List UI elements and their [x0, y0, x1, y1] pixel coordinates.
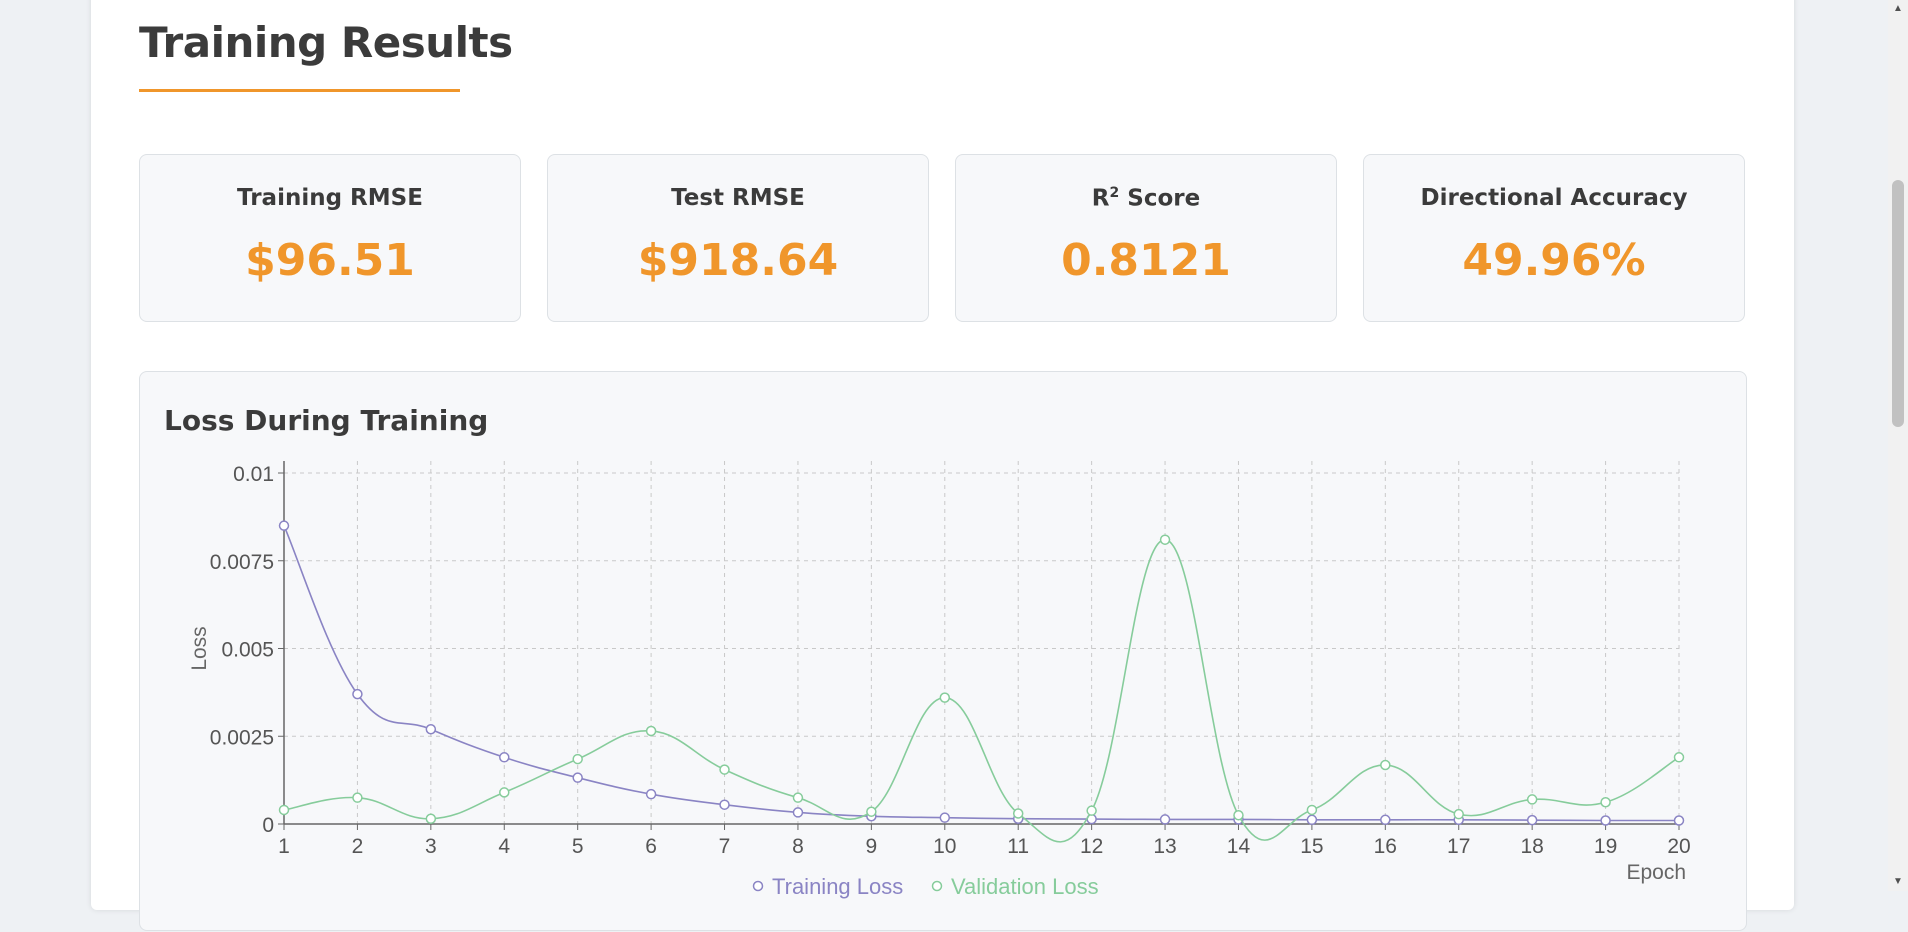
training-loss-point	[352, 688, 363, 700]
title-underline	[139, 89, 460, 92]
directional-accuracy-value: 49.96%	[1462, 235, 1646, 286]
x-tick-label: 5	[572, 835, 584, 858]
x-tick-label: 8	[792, 835, 804, 858]
x-tick-label: 1	[278, 835, 290, 858]
validation-loss-point	[1380, 759, 1391, 771]
y-tick-label: 0.0025	[210, 726, 274, 749]
x-tick-label: 2	[352, 835, 364, 858]
r2-label-sup: 2	[1109, 185, 1120, 201]
training-rmse-value: $96.51	[245, 235, 415, 286]
training-loss-point	[1159, 814, 1171, 825]
x-tick-label: 4	[498, 835, 510, 858]
training-loss-point	[425, 723, 437, 735]
y-tick-label: 0	[262, 814, 274, 837]
validation-loss-point	[1086, 805, 1097, 816]
validation-loss-point	[352, 792, 363, 803]
y-tick-label: 0.0075	[210, 551, 274, 574]
training-loss-point	[645, 788, 657, 800]
x-axis-label: Epoch	[1626, 861, 1686, 884]
validation-loss-line	[283, 538, 1680, 843]
r2-score-label: R2 Score	[956, 185, 1336, 212]
x-tick-label: 16	[1374, 835, 1397, 858]
x-tick-label: 12	[1080, 835, 1103, 858]
validation-loss-point	[1600, 796, 1611, 808]
training-loss-point	[939, 812, 951, 823]
section-title: Training Results	[139, 18, 513, 67]
training-loss-legend-label: Training Loss	[772, 874, 903, 899]
r2-score-value: 0.8121	[1061, 235, 1231, 286]
validation-loss-point	[792, 792, 804, 803]
training-loss-point	[792, 807, 804, 818]
y-axis-label: Loss	[188, 626, 211, 670]
training-loss-line	[283, 525, 1680, 822]
test-rmse-label: Test RMSE	[671, 185, 805, 211]
scroll-up-arrow-icon[interactable]: ▲	[1888, 0, 1908, 18]
validation-loss-point	[939, 692, 951, 703]
validation-loss-point	[1159, 534, 1171, 545]
validation-loss-point	[425, 813, 437, 824]
training-rmse-label: Training RMSE	[237, 185, 423, 211]
x-tick-label: 14	[1227, 835, 1251, 858]
x-tick-label: 10	[933, 835, 956, 858]
test-rmse-value: $918.64	[637, 235, 839, 286]
x-tick-label: 18	[1520, 835, 1543, 858]
x-tick-label: 9	[866, 835, 878, 858]
validation-loss-point	[719, 764, 730, 775]
validation-loss-point	[1453, 808, 1464, 820]
training-loss-point	[1600, 815, 1611, 826]
x-tick-label: 11	[1007, 835, 1029, 858]
x-tick-label: 7	[719, 835, 731, 858]
directional-accuracy-label: Directional Accuracy	[1420, 185, 1688, 211]
validation-loss-point	[645, 725, 657, 737]
vertical-scrollbar[interactable]: ▲ ▼	[1888, 0, 1908, 891]
x-tick-label: 6	[645, 835, 657, 858]
x-tick-label: 13	[1153, 835, 1176, 858]
validation-loss-point	[1673, 752, 1685, 763]
scroll-thumb[interactable]	[1892, 180, 1904, 427]
validation-loss-legend-label: Validation Loss	[951, 874, 1099, 899]
training-rmse-card: Training RMSE $96.51	[139, 154, 521, 322]
y-tick-label: 0.005	[221, 639, 274, 662]
training-loss-point	[719, 799, 730, 810]
validation-loss-point	[1526, 794, 1538, 805]
validation-loss-legend-marker	[931, 880, 943, 892]
r2-label-main: R	[1091, 185, 1110, 212]
training-loss-point	[1380, 814, 1391, 826]
validation-loss-point	[1012, 808, 1024, 819]
validation-loss-point	[866, 806, 877, 817]
loss-chart-card: Loss During Training 0 0.0025 0.005 0.0075 0…	[139, 371, 1747, 931]
training-loss-point	[572, 772, 583, 783]
training-loss-point	[1526, 814, 1538, 826]
test-rmse-card: Test RMSE $918.64	[547, 154, 929, 322]
r2-score-card: R2 Score 0.8121	[955, 154, 1337, 322]
scroll-down-arrow-icon[interactable]: ▼	[1888, 873, 1908, 891]
training-loss-point	[278, 520, 290, 531]
validation-loss-point	[1306, 804, 1318, 816]
training-loss-point	[1673, 815, 1685, 826]
x-tick-label: 19	[1594, 835, 1617, 858]
validation-loss-point	[499, 787, 510, 798]
x-tick-label: 3	[425, 835, 437, 858]
x-tick-label: 15	[1300, 835, 1323, 858]
x-tick-label: 20	[1667, 835, 1690, 858]
y-tick-label: 0.01	[233, 463, 274, 486]
r2-label-rest: Score	[1119, 185, 1201, 212]
validation-loss-point	[572, 753, 583, 765]
training-loss-point	[1306, 814, 1318, 826]
training-loss-point	[499, 752, 510, 763]
loss-chart: 00.00250.0050.00750.011 2 3 4 5 6 7 8 9 10 11 12 13 1…	[188, 461, 1691, 899]
validation-loss-point	[278, 804, 290, 816]
validation-loss-point	[1233, 809, 1244, 821]
directional-accuracy-card: Directional Accuracy 49.96%	[1363, 154, 1745, 322]
x-tick-label: 17	[1447, 835, 1470, 858]
training-loss-legend-marker	[752, 880, 764, 892]
